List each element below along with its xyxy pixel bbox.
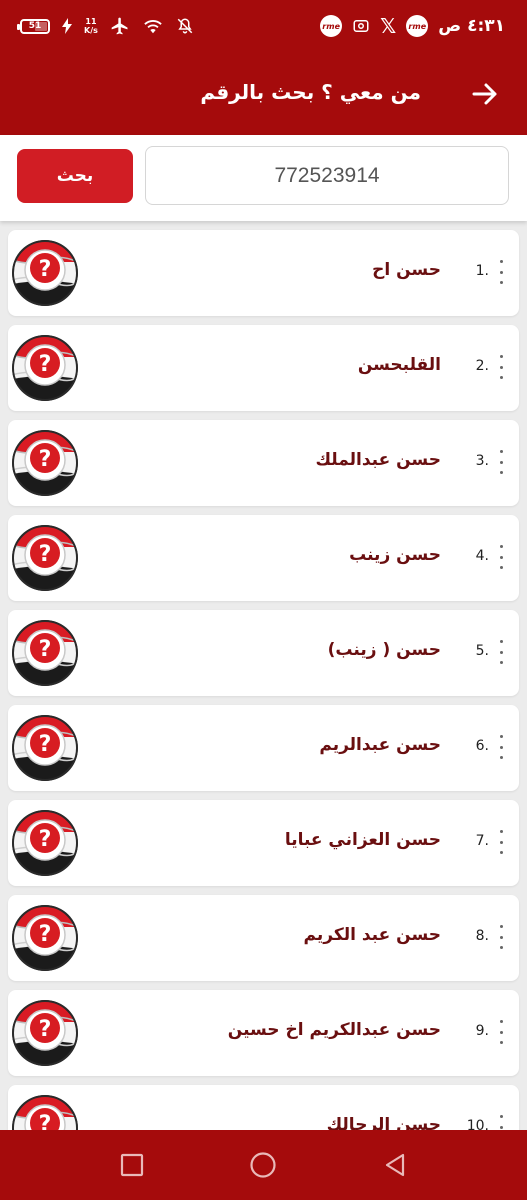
network-speed: 11 K/s [84,17,98,35]
svg-text:?: ? [39,1112,52,1130]
contact-list-item[interactable]: ? حسن عبدالكريم اخ حسين 9. [8,990,519,1076]
contact-index: 4. [475,548,489,564]
system-nav-bar [0,1130,527,1200]
contact-index: 3. [475,453,489,469]
contact-name: حسن الرحالك [326,1115,441,1130]
contact-index: 10. [466,1118,489,1130]
rme-app-icon-2: rme [406,15,429,37]
kebab-menu-icon[interactable] [497,735,505,759]
x-app-icon: 𝕏 [380,14,397,38]
contact-list-item[interactable]: ? القلبحسن 2. [8,325,519,411]
svg-text:?: ? [39,732,52,757]
svg-text:?: ? [39,447,52,472]
contact-index: 7. [475,833,489,849]
kebab-menu-icon[interactable] [497,355,505,379]
home-circle-icon[interactable] [248,1150,278,1180]
contact-name: حسن العزاني عبايا [284,830,441,850]
yemen-flag-question-icon: ? [12,525,78,591]
contact-name: حسن عبدالريم [319,735,441,755]
status-bar: 51 11 K/s rme 𝕏 rme ٤:٣١ ص [0,0,527,52]
page-title: من معي ؟ بحث بالرقم [200,80,421,104]
contact-index: 6. [475,738,489,754]
contact-name: القلبحسن [357,355,441,375]
yemen-flag-question-icon: ? [12,620,78,686]
search-section: بحث [0,135,527,221]
kebab-menu-icon[interactable] [497,450,505,474]
svg-text:?: ? [39,1017,52,1042]
contact-list-item[interactable]: ? حسن العزاني عبايا 7. [8,800,519,886]
yemen-flag-question-icon: ? [12,905,78,971]
battery-icon: 51 [17,18,50,34]
battery-level: 51 [28,21,42,31]
contact-list-item[interactable]: ? حسن اح 1. [8,230,519,316]
contact-list-item[interactable]: ? حسن عبد الكريم 8. [8,895,519,981]
contact-name: حسن عبد الكريم [303,925,441,945]
contact-list-item[interactable]: ? حسن ( زينب) 5. [8,610,519,696]
yemen-flag-question-icon: ? [12,1000,78,1066]
yemen-flag-question-icon: ? [12,715,78,781]
contact-list-item[interactable]: ? حسن الرحالك 10. [8,1085,519,1130]
contact-index: 9. [475,1023,489,1039]
kebab-menu-icon[interactable] [497,545,505,569]
contact-name: حسن عبدالكريم اخ حسين [227,1020,441,1040]
contact-index: 2. [475,358,489,374]
contact-list-item[interactable]: ? حسن عبدالريم 6. [8,705,519,791]
svg-text:?: ? [39,637,52,662]
svg-text:?: ? [39,257,52,282]
yemen-flag-question-icon: ? [12,810,78,876]
kebab-menu-icon[interactable] [497,1115,505,1130]
svg-text:?: ? [39,542,52,567]
contact-name: حسن عبدالملك [315,450,441,470]
yemen-flag-question-icon: ? [12,430,78,496]
kebab-menu-icon[interactable] [497,1020,505,1044]
kebab-menu-icon[interactable] [497,925,505,949]
contact-list-item[interactable]: ? حسن زينب 4. [8,515,519,601]
phone-search-input[interactable] [145,146,509,205]
mute-bell-icon [176,17,194,35]
yemen-flag-question-icon: ? [12,335,78,401]
contact-index: 8. [475,928,489,944]
svg-text:?: ? [39,352,52,377]
contact-index: 5. [475,643,489,659]
charging-icon [62,18,72,34]
back-arrow-icon[interactable] [471,80,499,108]
kebab-menu-icon[interactable] [497,260,505,284]
svg-text:?: ? [39,827,52,852]
contact-name: حسن ( زينب) [327,640,441,660]
app-bar: من معي ؟ بحث بالرقم [0,52,527,135]
kebab-menu-icon[interactable] [497,830,505,854]
search-button[interactable]: بحث [17,149,133,203]
yemen-flag-question-icon: ? [12,240,78,306]
yemen-flag-question-icon: ? [12,1095,78,1130]
results-list: ? حسن اح 1. ? القلبحسن 2. ? حسن عبدالملك… [0,221,527,1130]
kebab-menu-icon[interactable] [497,640,505,664]
airplane-icon [110,16,130,36]
screenshot-icon [352,17,370,35]
clock: ٤:٣١ ص [438,16,505,36]
wifi-icon [142,17,164,35]
contact-index: 1. [475,263,489,279]
svg-text:?: ? [39,922,52,947]
recents-square-icon[interactable] [117,1150,147,1180]
contact-name: حسن اح [372,260,441,280]
contact-list-item[interactable]: ? حسن عبدالملك 3. [8,420,519,506]
back-triangle-icon[interactable] [380,1150,410,1180]
contact-name: حسن زينب [349,545,441,565]
rme-app-icon: rme [320,15,343,37]
